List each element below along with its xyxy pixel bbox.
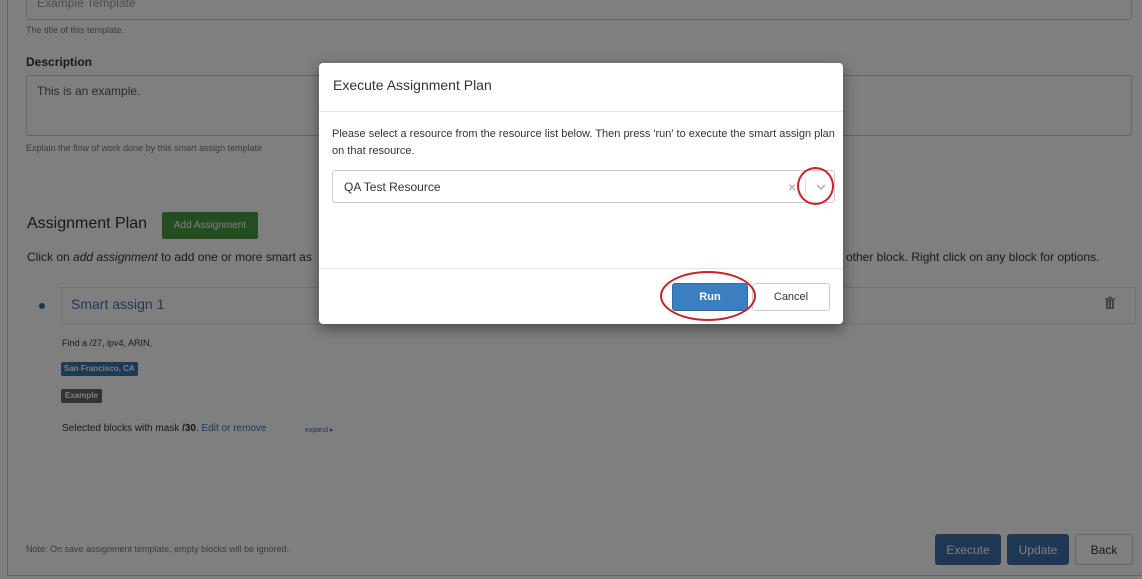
resource-select[interactable]: QA Test Resource × [332,170,835,203]
modal-body-text: Please select a resource from the resour… [332,128,835,157]
modal-divider [319,111,843,112]
clear-icon[interactable]: × [788,179,796,195]
select-separator [805,178,806,196]
cancel-button[interactable]: Cancel [752,283,830,311]
execute-assignment-plan-modal: Execute Assignment Plan Please select a … [319,63,843,324]
modal-title: Execute Assignment Plan [333,77,492,93]
modal-divider [319,268,843,269]
resource-select-value: QA Test Resource [344,180,441,194]
chevron-down-icon[interactable] [815,181,827,193]
run-button[interactable]: Run [672,283,748,311]
